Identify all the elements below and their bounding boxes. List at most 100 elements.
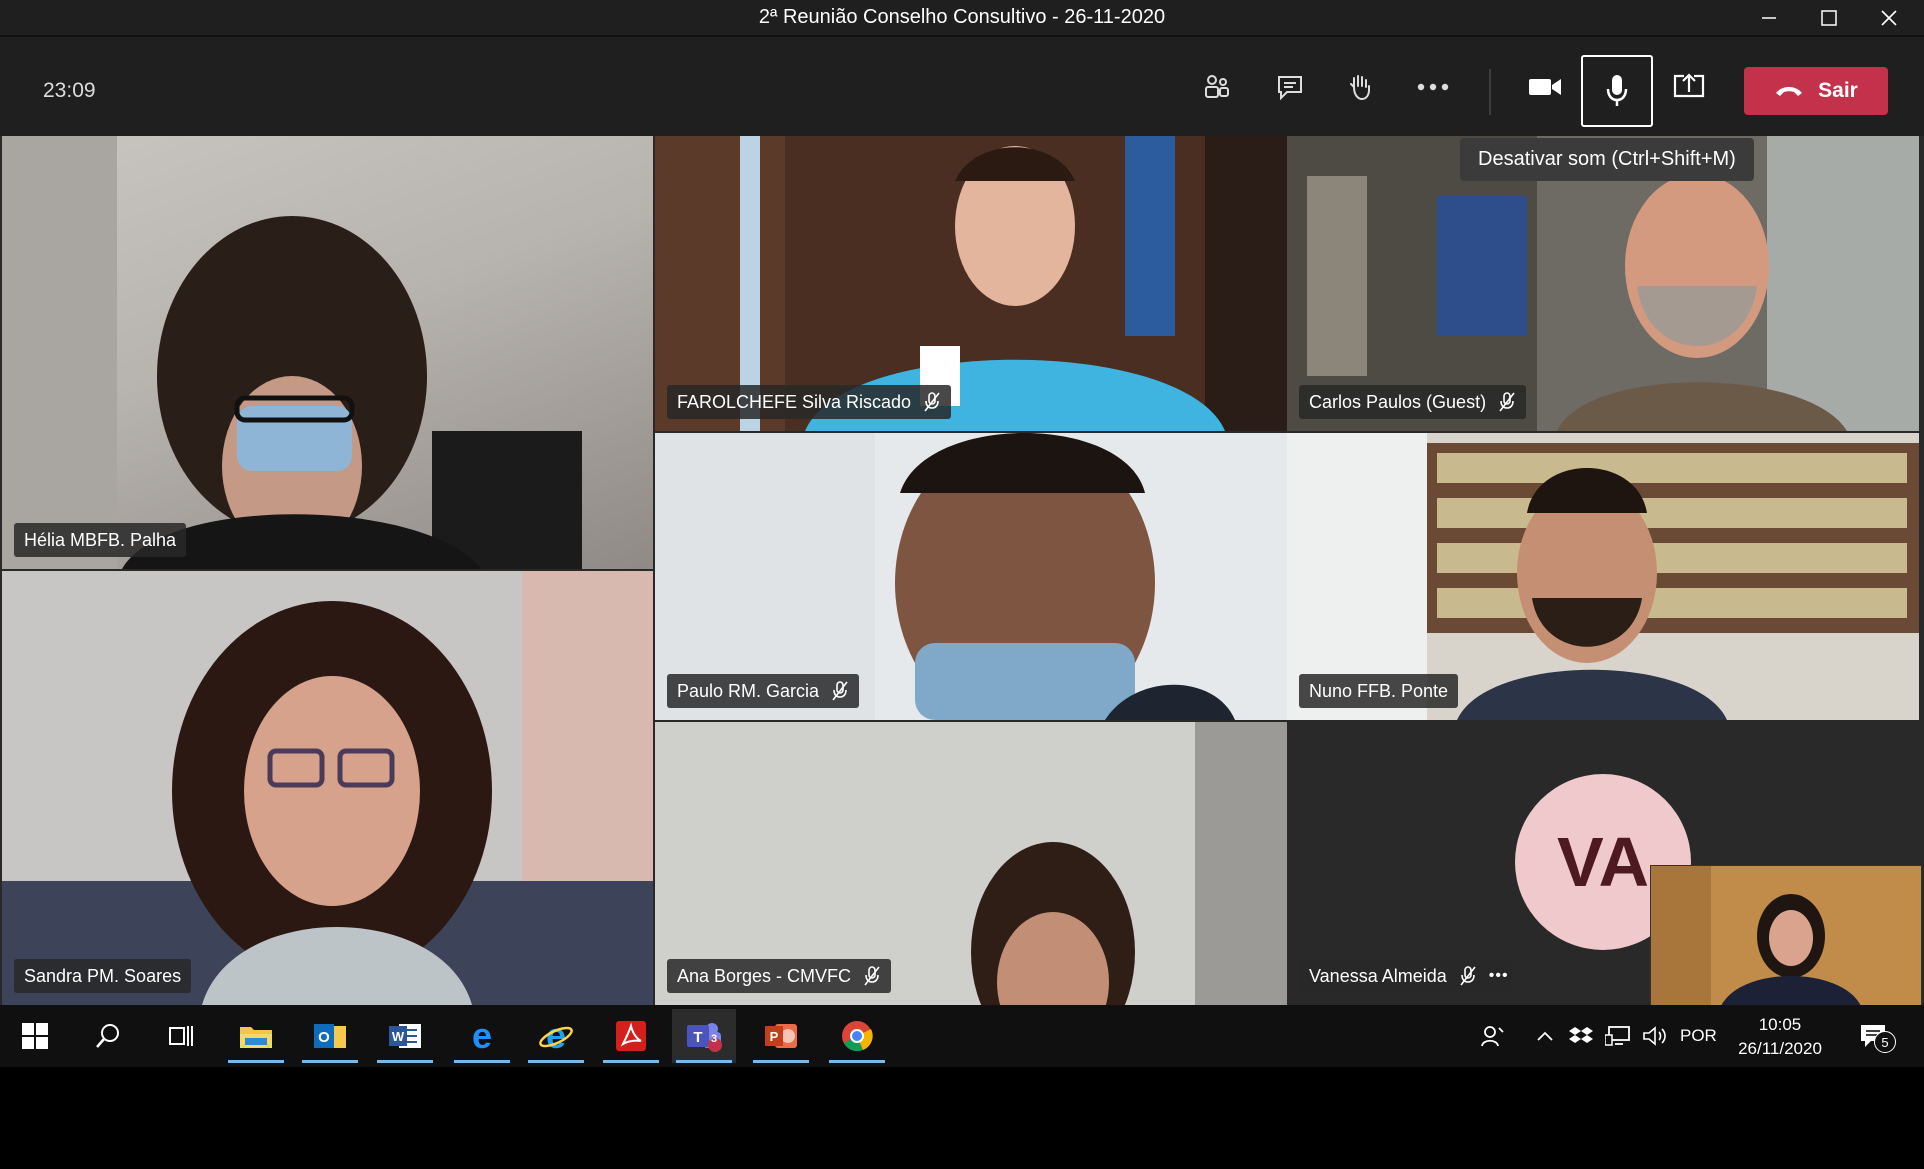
- share-screen-icon: [1673, 73, 1705, 98]
- participant-name: Paulo RM. Garcia: [677, 680, 820, 701]
- volume-tray-button[interactable]: [1640, 1019, 1670, 1053]
- meeting-timer: 23:09: [43, 79, 96, 102]
- camera-button[interactable]: [1515, 57, 1575, 117]
- running-indicator: [753, 1060, 809, 1063]
- dropbox-tray-button[interactable]: [1568, 1019, 1594, 1053]
- maximize-icon: [1821, 9, 1837, 26]
- participant-name-tag: FAROLCHEFE Silva Riscado: [667, 385, 952, 419]
- participant-name-tag: Ana Borges - CMVFC: [667, 959, 892, 993]
- participant-name-tag: Carlos Paulos (Guest): [1299, 385, 1527, 419]
- file-explorer-icon: [240, 1027, 272, 1048]
- search-icon: [96, 1024, 119, 1048]
- taskbar-chrome[interactable]: [825, 1009, 889, 1063]
- video-grid: Hélia MBFB. Palha FAROLCHEFE Silva Risca…: [0, 136, 1924, 1007]
- meeting-toolbar: 23:09 Sair: [0, 37, 1924, 136]
- close-button[interactable]: [1860, 0, 1918, 35]
- chrome-icon: [842, 1021, 873, 1052]
- windows-start-icon: [22, 1023, 48, 1049]
- participant-tile-helia[interactable]: Hélia MBFB. Palha: [2, 136, 653, 569]
- leave-label: Sair: [1818, 79, 1858, 102]
- minimize-button[interactable]: [1740, 0, 1798, 35]
- raise-hand-button[interactable]: [1330, 57, 1390, 117]
- powerpoint-icon: P: [765, 1024, 797, 1048]
- participant-name-tag: Nuno FFB. Ponte: [1299, 674, 1459, 708]
- task-view-button[interactable]: [148, 1009, 212, 1063]
- more-actions-button[interactable]: [1403, 57, 1463, 117]
- hang-up-icon: [1776, 87, 1803, 96]
- mic-muted-icon: [1460, 966, 1476, 986]
- taskbar-search-button[interactable]: [76, 1009, 140, 1063]
- video-frame: [1651, 866, 1921, 1006]
- network-tray-button[interactable]: [1604, 1019, 1632, 1053]
- taskbar-file-explorer[interactable]: [224, 1009, 288, 1063]
- participant-tile-nuno[interactable]: Nuno FFB. Ponte: [1287, 433, 1919, 720]
- internet-explorer-icon: e: [539, 1019, 573, 1053]
- start-button[interactable]: [3, 1009, 67, 1063]
- svg-text:T: T: [693, 1029, 702, 1046]
- chevron-up-icon: [1537, 1031, 1553, 1041]
- participant-more-options[interactable]: •••: [1489, 967, 1509, 985]
- participant-name-tag: Sandra PM. Soares: [14, 959, 192, 993]
- taskbar-edge[interactable]: e: [450, 1009, 514, 1063]
- empty-desktop-area: [0, 1067, 1924, 1169]
- leave-button[interactable]: Sair: [1744, 67, 1888, 115]
- video-frame: [2, 571, 653, 1005]
- mic-muted-icon: [832, 681, 848, 701]
- people-button[interactable]: [1478, 1019, 1508, 1053]
- notifications-badge: 5: [1874, 1031, 1896, 1053]
- edge-icon: e: [472, 1020, 492, 1052]
- people-icon: [1481, 1026, 1504, 1047]
- mic-muted-icon: [924, 392, 940, 412]
- taskbar-word[interactable]: W: [373, 1009, 437, 1063]
- participant-name: Ana Borges - CMVFC: [677, 965, 852, 986]
- raise-hand-icon: [1350, 75, 1370, 101]
- svg-text:P: P: [770, 1029, 779, 1044]
- maximize-button[interactable]: [1800, 0, 1858, 35]
- participant-name: Sandra PM. Soares: [24, 965, 182, 986]
- svg-text:O: O: [318, 1029, 330, 1046]
- participant-name-tag: Hélia MBFB. Palha: [14, 523, 187, 557]
- clock-time: 10:05: [1758, 1015, 1802, 1034]
- action-center-button[interactable]: 5: [1853, 1019, 1896, 1053]
- participant-name-tag: Vanessa Almeida •••: [1299, 959, 1519, 993]
- word-icon: W: [389, 1024, 421, 1048]
- taskbar-internet-explorer[interactable]: e: [524, 1009, 588, 1063]
- dropbox-icon: [1569, 1027, 1593, 1043]
- toolbar-separator: [1489, 69, 1491, 115]
- input-language[interactable]: POR: [1680, 1026, 1717, 1046]
- chat-button[interactable]: [1260, 57, 1320, 117]
- more-icon: [1417, 83, 1449, 91]
- taskbar-outlook[interactable]: O: [298, 1009, 362, 1063]
- network-icon: [1605, 1026, 1630, 1046]
- participant-tile-sandra[interactable]: Sandra PM. Soares: [2, 571, 653, 1005]
- participant-tile-ana[interactable]: Ana Borges - CMVFC: [655, 722, 1287, 1005]
- mic-muted-icon: [864, 966, 880, 986]
- show-hidden-icons-button[interactable]: [1533, 1019, 1557, 1053]
- running-indicator: [676, 1060, 732, 1063]
- participant-tile-farolchefe[interactable]: FAROLCHEFE Silva Riscado: [655, 136, 1287, 431]
- taskbar-teams[interactable]: T 3: [672, 1009, 736, 1063]
- windows-taskbar: O W e e T 3 P POR 10:05 26/11/2020 5: [0, 1005, 1924, 1067]
- running-indicator: [228, 1060, 284, 1063]
- participant-name: Nuno FFB. Ponte: [1309, 680, 1449, 701]
- running-indicator: [528, 1060, 584, 1063]
- task-view-icon: [169, 1026, 193, 1046]
- close-icon: [1881, 9, 1897, 26]
- participant-tile-paulo[interactable]: Paulo RM. Garcia: [655, 433, 1287, 720]
- share-screen-button[interactable]: [1659, 57, 1719, 117]
- taskbar-clock[interactable]: 10:05 26/11/2020: [1720, 1013, 1840, 1061]
- participant-name: FAROLCHEFE Silva Riscado: [677, 391, 912, 412]
- svg-text:e: e: [546, 1019, 566, 1053]
- teams-notification-badge: 3: [711, 1033, 718, 1045]
- taskbar-acrobat[interactable]: [599, 1009, 663, 1063]
- volume-icon: [1643, 1026, 1666, 1046]
- running-indicator: [377, 1060, 433, 1063]
- taskbar-powerpoint[interactable]: P: [749, 1009, 813, 1063]
- participant-name: Vanessa Almeida: [1309, 965, 1447, 986]
- svg-text:e: e: [472, 1020, 492, 1052]
- participant-name: Hélia MBFB. Palha: [24, 529, 177, 550]
- mute-tooltip: Desativar som (Ctrl+Shift+M): [1460, 138, 1754, 181]
- participants-button[interactable]: [1187, 57, 1247, 117]
- microphone-button[interactable]: [1581, 55, 1653, 127]
- self-view-video[interactable]: [1650, 865, 1922, 1007]
